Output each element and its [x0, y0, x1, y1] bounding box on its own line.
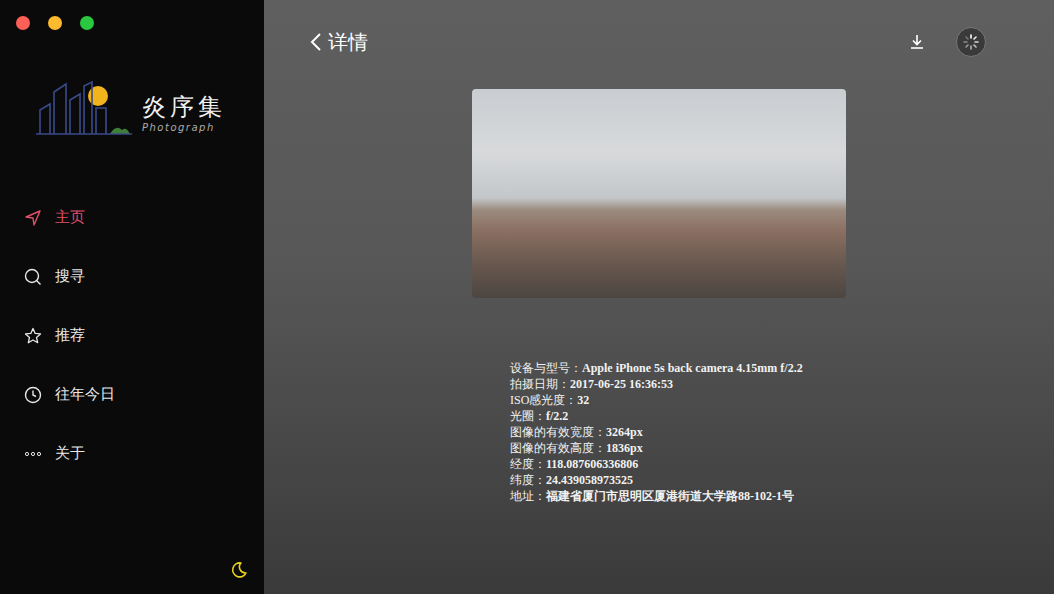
- more-icon: [24, 445, 42, 463]
- sidebar-item[interactable]: 推荐: [0, 306, 264, 365]
- clock-icon: [24, 386, 42, 404]
- app-logo: 炎序集Photograph: [0, 80, 264, 136]
- info-label: 图像的有效高度：: [510, 441, 606, 455]
- info-value: 福建省厦门市思明区厦港街道大学路88-102-1号: [546, 489, 794, 503]
- info-label: 光圈：: [510, 409, 546, 423]
- star-icon: [24, 327, 42, 345]
- info-label: 拍摄日期：: [510, 377, 570, 391]
- sidebar-footer: [0, 561, 264, 594]
- sidebar-item[interactable]: 搜寻: [0, 247, 264, 306]
- info-value: 2017-06-25 16:36:53: [570, 377, 673, 391]
- back-button[interactable]: 详情: [310, 29, 368, 56]
- info-label: 纬度：: [510, 473, 546, 487]
- info-row: 地址：福建省厦门市思明区厦港街道大学路88-102-1号: [510, 488, 1054, 504]
- info-label: 地址：: [510, 489, 546, 503]
- photo: [472, 89, 846, 298]
- info-row: 纬度：24.439058973525: [510, 472, 1054, 488]
- sidebar-item[interactable]: 往年今日: [0, 365, 264, 424]
- info-row: ISO感光度：32: [510, 392, 1054, 408]
- minimize-button[interactable]: [48, 16, 62, 30]
- zoom-button[interactable]: [80, 16, 94, 30]
- info-row: 光圈：f/2.2: [510, 408, 1054, 424]
- info-row: 拍摄日期：2017-06-25 16:36:53: [510, 376, 1054, 392]
- sidebar: 炎序集Photograph 主页搜寻推荐往年今日关于: [0, 0, 264, 594]
- moon-icon[interactable]: [230, 561, 248, 579]
- navigation-icon: [24, 209, 42, 227]
- info-value: 118.087606336806: [546, 457, 638, 471]
- header-actions: [908, 27, 986, 57]
- search-icon: [24, 268, 42, 286]
- download-icon[interactable]: [908, 33, 926, 51]
- photo-area: [264, 89, 1054, 298]
- sidebar-item-label: 搜寻: [55, 267, 85, 286]
- info-value: 1836px: [606, 441, 643, 455]
- info-value: 3264px: [606, 425, 643, 439]
- info-row: 经度：118.087606336806: [510, 456, 1054, 472]
- sidebar-item[interactable]: 主页: [0, 188, 264, 247]
- info-row: 设备与型号：Apple iPhone 5s back camera 4.15mm…: [510, 360, 1054, 376]
- info-label: 经度：: [510, 457, 546, 471]
- app-window: 炎序集Photograph主页搜寻推荐往年今日关于详情设备与型号：Apple i…: [0, 0, 1054, 594]
- loading-button[interactable]: [956, 27, 986, 57]
- detail-view: 详情设备与型号：Apple iPhone 5s back camera 4.15…: [264, 0, 1054, 594]
- app-name: 炎序集: [142, 92, 226, 122]
- info-row: 图像的有效高度：1836px: [510, 440, 1054, 456]
- exif-info: 设备与型号：Apple iPhone 5s back camera 4.15mm…: [264, 360, 1054, 504]
- window-controls: [0, 0, 264, 46]
- sidebar-item[interactable]: 关于: [0, 424, 264, 483]
- spinner-icon: [962, 33, 980, 51]
- sidebar-item-label: 主页: [55, 208, 85, 227]
- city-logo-icon: [36, 80, 132, 136]
- chevron-left-icon: [310, 32, 322, 52]
- info-label: 图像的有效宽度：: [510, 425, 606, 439]
- info-label: ISO感光度：: [510, 393, 577, 407]
- app-tagline: Photograph: [142, 122, 226, 134]
- sidebar-nav: 主页搜寻推荐往年今日关于: [0, 188, 264, 483]
- close-button[interactable]: [16, 16, 30, 30]
- info-value: f/2.2: [546, 409, 568, 423]
- logo-text: 炎序集Photograph: [142, 92, 226, 136]
- sidebar-item-label: 关于: [55, 444, 85, 463]
- sidebar-item-label: 推荐: [55, 326, 85, 345]
- info-value: Apple iPhone 5s back camera 4.15mm f/2.2: [582, 361, 803, 375]
- header-bar: 详情: [264, 0, 1054, 84]
- info-value: 24.439058973525: [546, 473, 633, 487]
- page-title: 详情: [328, 29, 368, 56]
- info-row: 图像的有效宽度：3264px: [510, 424, 1054, 440]
- sidebar-item-label: 往年今日: [55, 385, 115, 404]
- info-value: 32: [577, 393, 589, 407]
- info-label: 设备与型号：: [510, 361, 582, 375]
